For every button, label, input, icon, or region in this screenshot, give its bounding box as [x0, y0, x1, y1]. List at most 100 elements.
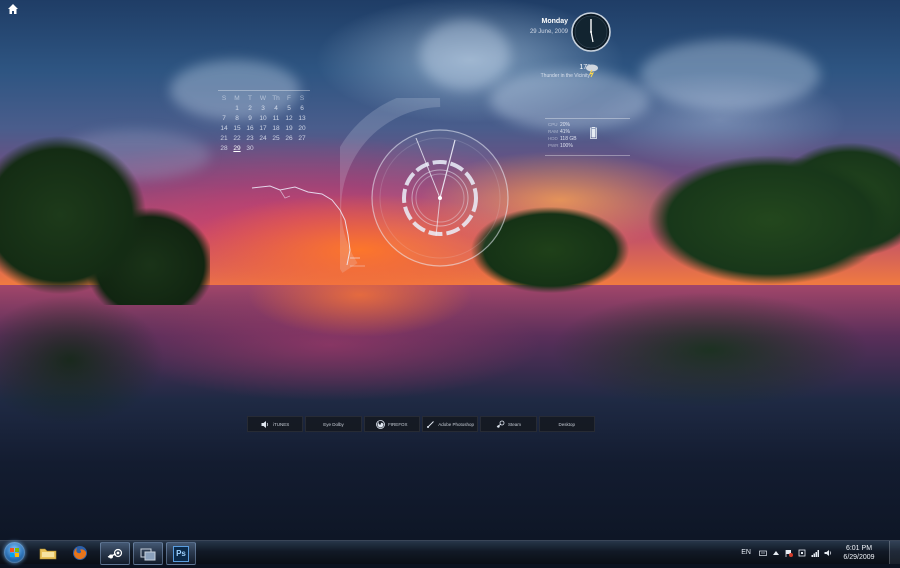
- calendar-day: [270, 145, 282, 153]
- taskbar-date: 6/29/2009: [843, 553, 875, 561]
- calendar-day: 22: [233, 135, 241, 142]
- calendar-day: 28: [220, 145, 228, 152]
- calendar-day: 30: [246, 145, 254, 152]
- taskbar-steam-button[interactable]: [100, 542, 130, 565]
- dock-item[interactable]: Steam: [480, 416, 537, 432]
- calendar-day: 2: [248, 105, 252, 112]
- windows-logo-icon: [10, 548, 19, 557]
- taskbar-photoshop-button[interactable]: Ps: [166, 542, 196, 565]
- signal-strength-icon[interactable]: [811, 549, 819, 557]
- vm-icon: [140, 548, 156, 560]
- calendar-day: 15: [233, 125, 241, 132]
- calendar-day: [283, 145, 295, 153]
- steam-icon: [107, 548, 123, 558]
- calendar-day: 14: [220, 125, 228, 132]
- keyboard-icon[interactable]: [759, 549, 767, 557]
- calendar-day: 21: [220, 135, 228, 142]
- stat-value: 41%: [560, 128, 571, 135]
- thunderstorm-icon: [586, 64, 598, 78]
- chevron-up-icon[interactable]: [772, 549, 780, 557]
- calendar-day: [257, 145, 269, 153]
- date-widget: Monday 29 June, 2009: [520, 18, 568, 35]
- calendar-grid: S M T W Th F S 1 2 3 4 5 6 7 8 9 10 11 12 13 14 15 16 17 18 19 20 2…: [218, 95, 310, 153]
- calendar-day: 11: [272, 115, 280, 122]
- taskbar-clock[interactable]: 6:01 PM 6/29/2009: [837, 544, 881, 562]
- stat-value: 100%: [560, 142, 573, 149]
- stat-value: 118 GB: [560, 135, 577, 142]
- start-button[interactable]: [4, 542, 25, 563]
- calendar-day: 29: [233, 145, 241, 152]
- stat-row: HDD 118 GB: [548, 135, 577, 142]
- stat-row: PWR 100%: [548, 142, 577, 149]
- volume-icon[interactable]: [824, 549, 832, 557]
- calendar-day: 19: [285, 125, 293, 132]
- stat-value: 20%: [560, 121, 571, 128]
- cloud: [420, 20, 510, 90]
- dock-item-label: Steam: [507, 421, 521, 427]
- calendar-day: 25: [272, 135, 280, 142]
- taskbar: Ps EN 6:01 PM 6/29/2009: [0, 540, 900, 565]
- battery-icon: [590, 127, 597, 139]
- dock-item[interactable]: Eye Dolby: [305, 416, 362, 432]
- taskbar-explorer-button[interactable]: [34, 542, 62, 563]
- calendar-day: 24: [259, 135, 267, 142]
- hud-ring-widget: [340, 98, 509, 273]
- calendar-day: 9: [248, 115, 252, 122]
- temperature: 17°: [579, 64, 590, 71]
- calendar-day: 7: [222, 115, 226, 122]
- launcher-dock: iTUNES Eye Dolby FIREFOX Adobe Photoshop Ste…: [247, 416, 595, 432]
- calendar-day: 18: [272, 125, 280, 132]
- dock-item-label: FIREFOX: [388, 421, 408, 427]
- brush-icon: [426, 420, 435, 429]
- calendar-weekday-header: S: [221, 95, 227, 102]
- cloud: [640, 40, 820, 110]
- stat-label: HDD: [548, 136, 558, 141]
- folder-icon: [39, 548, 57, 559]
- calendar-day: 13: [298, 115, 306, 122]
- dock-item-label: Desktop: [558, 421, 576, 427]
- home-icon[interactable]: [7, 3, 19, 15]
- trees-left: [0, 115, 210, 305]
- dock-item[interactable]: Adobe Photoshop: [421, 416, 479, 432]
- calendar-day: 16: [246, 125, 254, 132]
- dock-item[interactable]: FIREFOX: [363, 416, 420, 432]
- firefox-icon: [73, 545, 87, 560]
- show-desktop-button[interactable]: [889, 541, 900, 564]
- taskbar-vm-button[interactable]: [133, 542, 163, 565]
- photoshop-icon-label: Ps: [176, 549, 186, 558]
- speaker-icon: [261, 420, 270, 429]
- weather-condition: Thunder in the Vicinity: [540, 73, 590, 79]
- stat-row: RAM 41%: [548, 128, 577, 135]
- taskbar-firefox-button[interactable]: [66, 542, 94, 563]
- calendar-weekday-header: M: [234, 95, 240, 102]
- calendar-day: [218, 105, 230, 113]
- action-center-flag-icon[interactable]: [785, 549, 793, 557]
- calendar-day: 20: [298, 125, 306, 132]
- stats-list: CPU 20% RAM 41% HDD 118 GB PWR 100%: [548, 121, 577, 149]
- calendar-day: 6: [300, 105, 304, 112]
- device-icon[interactable]: [798, 549, 806, 557]
- weather-widget: 17° Thunder in the Vicinity: [520, 64, 590, 79]
- calendar-weekday-header: W: [259, 95, 267, 102]
- dock-item-label: Eye Dolby: [323, 421, 344, 427]
- language-indicator[interactable]: EN: [741, 549, 751, 556]
- calendar-widget: S M T W Th F S 1 2 3 4 5 6 7 8 9 10 11 12 13 14 15 16 17 18 19 20 2…: [218, 90, 310, 153]
- day-name: Monday: [541, 18, 568, 25]
- system-stats-widget: CPU 20% RAM 41% HDD 118 GB PWR 100%: [545, 118, 630, 156]
- stat-label: PWR: [548, 143, 559, 148]
- firefox-icon: [376, 419, 385, 429]
- calendar-day: 12: [285, 115, 293, 122]
- calendar-day: 10: [259, 115, 267, 122]
- calendar-weekday-header: F: [287, 95, 291, 102]
- system-tray: EN 6:01 PM 6/29/2009: [741, 541, 900, 564]
- analog-clock: [571, 12, 611, 52]
- calendar-day: 8: [235, 115, 239, 122]
- dock-item[interactable]: Desktop: [538, 416, 595, 432]
- calendar-day: 1: [235, 105, 239, 112]
- calendar-day: 27: [298, 135, 306, 142]
- dock-item[interactable]: iTUNES: [247, 416, 304, 432]
- photoshop-icon: Ps: [173, 545, 189, 562]
- calendar-day: 17: [259, 125, 267, 132]
- calendar-weekday-header: S: [299, 95, 305, 102]
- calendar-day: 26: [285, 135, 293, 142]
